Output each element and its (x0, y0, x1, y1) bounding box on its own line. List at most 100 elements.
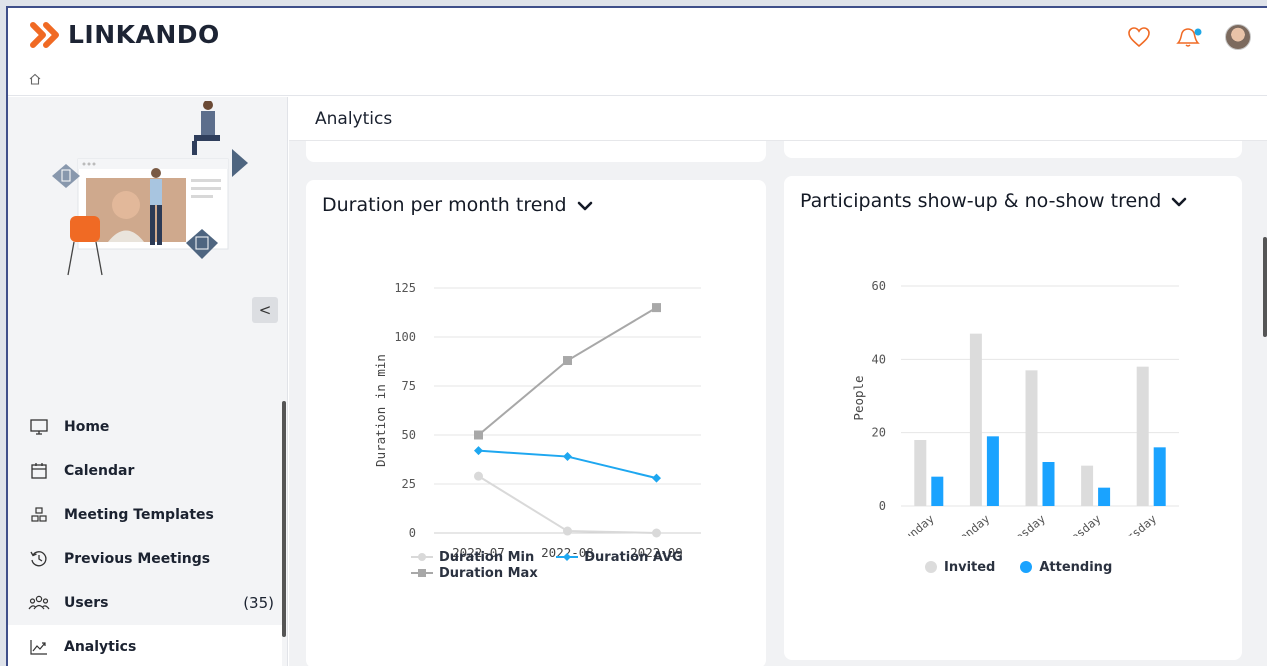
monitor-icon (28, 416, 50, 438)
y-tick-label: 25 (402, 477, 416, 491)
data-point (563, 356, 572, 366)
sidebar-scrollbar[interactable] (282, 401, 286, 637)
legend-item-duration-min[interactable]: Duration Min (411, 549, 534, 565)
participants-bar-chart: 0 20 40 60 People Sunday Monday TuesdayWednesda… (851, 279, 1179, 536)
top-bar: LINKANDO (8, 8, 1267, 96)
app-window: LINKANDO < Home Calendar Meeting Templat… (6, 6, 1267, 666)
legend-label: Duration AVG (584, 549, 683, 565)
bar-invited (1136, 366, 1149, 506)
legend-label: Attending (1039, 559, 1113, 575)
duration-card-title: Duration per month trend (322, 194, 567, 216)
data-point (652, 303, 661, 313)
bar-attending (1042, 462, 1055, 506)
card-title-row[interactable]: Participants show-up & no-show trend (800, 190, 1187, 212)
data-point (563, 452, 572, 462)
calendar-icon (28, 460, 50, 482)
x-tick-label: Thursday (1108, 512, 1159, 536)
bar-attending (1153, 447, 1166, 506)
collapse-sidebar-button[interactable]: < (252, 297, 278, 323)
duration-legend: Duration Min Duration AVG Duration Max (411, 549, 711, 581)
participants-trend-card: Participants show-up & no-show trend 0 20… (784, 176, 1242, 660)
data-point (652, 473, 661, 483)
x-tick-label: Monday (952, 512, 993, 536)
card-partial-right (784, 141, 1242, 158)
templates-icon (28, 504, 50, 526)
x-tick-label: Tuesday (1002, 512, 1048, 536)
legend-marker-circle (1020, 561, 1033, 573)
logo-chevrons-icon (30, 21, 59, 48)
chevron-down-icon[interactable] (577, 200, 593, 212)
data-point (652, 528, 661, 538)
logo[interactable]: LINKANDO (30, 20, 220, 49)
legend-item-duration-avg[interactable]: Duration AVG (556, 549, 683, 565)
data-point (563, 526, 572, 536)
sidebar-item-label: Previous Meetings (64, 551, 211, 567)
bar-invited (914, 440, 927, 506)
sidebar-item-meeting-templates[interactable]: Meeting Templates (8, 493, 282, 537)
y-tick-label: 60 (872, 279, 886, 293)
legend-label: Duration Max (439, 565, 538, 581)
data-point (474, 446, 483, 456)
avatar[interactable] (1225, 24, 1251, 50)
participants-card-title: Participants show-up & no-show trend (800, 190, 1162, 212)
duration-trend-card: Duration per month trend 0 25 50 75 100 125 20… (306, 180, 766, 666)
sidebar-item-analytics[interactable]: Analytics (8, 625, 282, 666)
sidebar-nav: Home Calendar Meeting Templates Previous… (8, 405, 282, 666)
sidebar-item-label: Home (64, 419, 110, 435)
main-scrollbar[interactable] (1263, 237, 1267, 337)
y-tick-label: 20 (872, 426, 886, 440)
bar-attending (931, 476, 944, 506)
sidebar-item-previous-meetings[interactable]: Previous Meetings (8, 537, 282, 581)
legend-label: Duration Min (439, 549, 535, 565)
bar-attending (1098, 487, 1111, 506)
users-count: (35) (243, 594, 274, 612)
legend-marker-circle (925, 561, 937, 573)
y-axis-label: Duration in min (373, 354, 388, 467)
y-tick-label: 0 (409, 526, 416, 540)
home-breadcrumb-icon[interactable] (28, 72, 42, 86)
bell-icon[interactable] (1173, 25, 1203, 49)
legend-marker-circle (411, 553, 433, 561)
sidebar-item-users[interactable]: Users (35) (8, 581, 282, 625)
legend-marker-square (411, 569, 433, 577)
heart-icon[interactable] (1127, 26, 1151, 48)
series-line-duration-min (477, 475, 657, 534)
chevron-down-icon[interactable] (1171, 196, 1187, 208)
sidebar-item-label: Calendar (64, 463, 135, 479)
legend-item-invited[interactable]: Invited (924, 559, 995, 575)
duration-line-chart: 02550751001252022-07 2022-08 2022-09Durati… (373, 281, 701, 560)
main-content: Analytics Duration per month trend 0 25 50… (289, 97, 1267, 666)
bar-invited (1081, 465, 1094, 506)
series-line-duration-max (477, 306, 658, 436)
y-tick-label: 75 (402, 379, 416, 393)
brand-name: LINKANDO (68, 20, 220, 49)
clipboard-badge (52, 164, 80, 188)
sidebar-item-label: Users (64, 595, 109, 611)
users-icon (28, 592, 50, 614)
legend-item-attending[interactable]: Attending (1019, 559, 1112, 575)
main-header: Analytics (289, 97, 1267, 141)
bar-invited (1025, 370, 1038, 506)
sidebar-item-label: Analytics (64, 639, 137, 655)
legend-item-duration-max[interactable]: Duration Max (411, 565, 538, 581)
y-tick-label: 40 (872, 352, 886, 366)
card-partial-left (306, 141, 766, 162)
y-tick-label: 0 (879, 499, 886, 513)
x-tick-label: Sunday (896, 512, 937, 536)
card-title-row[interactable]: Duration per month trend (322, 194, 593, 216)
data-point (474, 471, 483, 481)
sidebar-illustration (52, 101, 248, 276)
legend-marker-diamond (556, 553, 579, 561)
participants-legend: Invited Attending (924, 559, 1134, 575)
x-tick-label: Wednesday (1047, 512, 1104, 536)
sidebar-item-home[interactable]: Home (8, 405, 282, 449)
sidebar-item-label: Meeting Templates (64, 507, 214, 523)
bar-invited (969, 333, 982, 506)
data-point (474, 430, 483, 440)
bar-attending (986, 436, 999, 506)
history-icon (28, 548, 50, 570)
sidebar: < Home Calendar Meeting Templates Previo… (8, 97, 288, 666)
page-title: Analytics (315, 109, 393, 129)
analytics-icon (28, 636, 50, 658)
sidebar-item-calendar[interactable]: Calendar (8, 449, 282, 493)
